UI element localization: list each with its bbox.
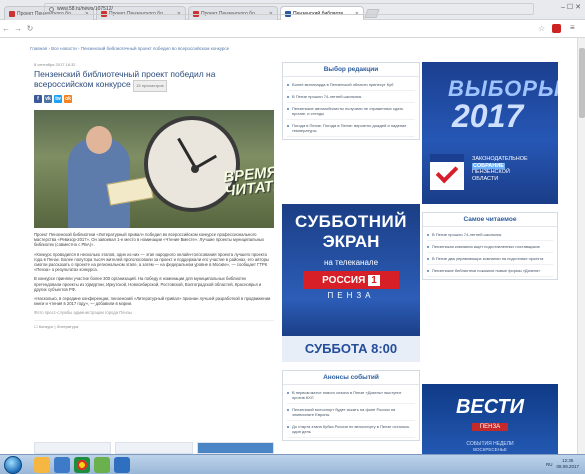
elections-year: 2017: [452, 98, 524, 134]
most-read-box: Самое читаемое В Пензе прошли 74-летней …: [422, 212, 558, 280]
elections-line: ЗАКОНОДАТЕЛЬНОЕ: [472, 156, 528, 162]
article-title-text: Пензенский библиотечный проект победил н…: [34, 69, 216, 89]
footer-block-highlight[interactable]: [196, 442, 274, 454]
tab-favicon-icon: [9, 10, 15, 17]
list-item[interactable]: Пензенские автомобилисты получили не отр…: [287, 103, 415, 120]
banner-time: СУББОТА 8:00: [282, 336, 420, 362]
photo-person-head: [86, 126, 112, 154]
clock-center: [191, 165, 199, 173]
article-photo: ВРЕМЯ ЧИТАТЬ: [34, 110, 274, 228]
list-item[interactable]: В Пензе прошли 74-летней школьник: [287, 91, 415, 103]
elections-banner[interactable]: ВЫБОРЫ 2017 ЗАКОНОДАТЕЛЬНОЕ СОБРАНИЕ ПЕН…: [422, 62, 558, 204]
reload-icon[interactable]: ↻: [24, 24, 36, 33]
article-date: 8 сентября 2017 16:32: [34, 62, 76, 67]
chrome-icon[interactable]: [74, 457, 90, 473]
article: 8 сентября 2017 16:32 Пензенский библиот…: [34, 62, 274, 329]
list-item[interactable]: До старта этапа Кубка России по велоспор…: [287, 421, 415, 438]
events-box: Анонсы событий В первом матче нового сез…: [282, 370, 420, 441]
elections-text: ЗАКОНОДАТЕЛЬНОЕ СОБРАНИЕ ПЕНЗЕНСКОЙ ОБЛА…: [472, 156, 528, 182]
editors-choice-list: Более миллиарда в Пензенской области при…: [283, 77, 419, 139]
scrollbar-thumb[interactable]: [579, 48, 585, 118]
channel-logo: РОССИЯ 1: [303, 271, 399, 289]
browser-toolbar: ← → ↻: [0, 20, 585, 38]
banner-city: ПЕНЗА: [327, 291, 375, 300]
vesti-logo: ВЕСТИ: [455, 396, 525, 418]
start-button-icon[interactable]: [4, 456, 22, 474]
list-item[interactable]: Пензенский мотоспорт будет искать на фон…: [287, 404, 415, 421]
share-buttons: f vk tw ok: [34, 95, 274, 103]
footer-block: [115, 442, 193, 454]
page-scrollbar[interactable]: [577, 38, 585, 454]
tray-clock[interactable]: 12:35 08.09.2017: [556, 458, 579, 470]
os-taskbar: RU 12:35 08.09.2017: [0, 454, 585, 474]
app-icon[interactable]: [94, 457, 110, 473]
article-tags[interactable]: ☐ Конкурс | Литература: [34, 319, 274, 329]
article-footer-bar: [34, 442, 274, 454]
most-read-title: Самое читаемое: [423, 213, 557, 227]
breadcrumb[interactable]: Главная › Все новости › Пензенский библи…: [30, 46, 229, 51]
channel-number: 1: [368, 274, 380, 286]
events-title: Анонсы событий: [283, 371, 419, 385]
banner-line-1: СУББОТНИЙ: [295, 212, 407, 231]
views-counter: 15 просмотров: [133, 80, 167, 92]
most-read-list: В Пензе прошли 74-летней школьник Пензен…: [423, 227, 557, 279]
article-paragraph: Проект Пензенской библиотеки «Литературн…: [34, 232, 265, 248]
list-item[interactable]: Пензенские библиотеки показали новые фор…: [427, 265, 553, 277]
middle-column: Выбор редакции Более миллиарда в Пензенс…: [282, 62, 420, 441]
forward-arrow-icon[interactable]: →: [12, 24, 24, 33]
list-item[interactable]: В Пензе два управляющих компании на подг…: [427, 253, 553, 265]
article-title: Пензенский библиотечный проект победил н…: [34, 69, 274, 92]
address-bar[interactable]: www.58.ru/news/107512/: [44, 3, 534, 15]
article-paragraph: В конкурсе приняли участие более 300 орг…: [34, 276, 262, 292]
elections-line-highlight: СОБРАНИЕ: [472, 162, 505, 169]
twitter-share-icon[interactable]: tw: [54, 95, 62, 103]
system-tray: RU 12:35 08.09.2017: [546, 458, 579, 470]
list-item[interactable]: В Пензе прошли 74-летней школьник: [427, 229, 553, 241]
photo-credit: Фото пресс-службы администрации города П…: [34, 310, 132, 316]
explorer-icon[interactable]: [34, 457, 50, 473]
web-page: Главная › Все новости › Пензенский библи…: [0, 38, 585, 474]
menu-icon[interactable]: ≡: [570, 23, 575, 32]
extension-icon[interactable]: [552, 24, 561, 33]
elections-line: ОБЛАСТИ: [472, 175, 499, 182]
article-paragraph: «Насколько, в середине конференции, пенз…: [34, 296, 271, 307]
language-indicator[interactable]: RU: [546, 462, 553, 467]
banner-line-2: ЭКРАН: [322, 232, 380, 251]
vk-share-icon[interactable]: vk: [44, 95, 52, 103]
list-item[interactable]: Пензенская компания ищет подготовленных …: [427, 241, 553, 253]
info-icon[interactable]: [49, 6, 54, 12]
list-item[interactable]: Погода в Пензе: Погода в Пензе: вероятно…: [287, 120, 415, 137]
channel-name: РОССИЯ: [322, 274, 366, 286]
bookmark-star-icon[interactable]: ☆: [538, 24, 545, 33]
facebook-share-icon[interactable]: f: [34, 95, 42, 103]
ballot-checkmark-icon: [430, 154, 464, 190]
editors-choice-box: Выбор редакции Более миллиарда в Пензенс…: [282, 62, 420, 140]
word-icon[interactable]: [114, 457, 130, 473]
list-item[interactable]: Более миллиарда в Пензенской области при…: [287, 79, 415, 91]
list-item[interactable]: В первом матче нового сезона в Пензе «Ди…: [287, 387, 415, 404]
media-player-icon[interactable]: [54, 457, 70, 473]
url-text: www.58.ru/news/107512/: [57, 6, 113, 12]
article-paragraph: «Конкурс проводился в несколько этапов, …: [34, 251, 269, 273]
banner-line-3: на телеканале: [323, 258, 379, 267]
article-body: Проект Пензенской библиотеки «Литературн…: [34, 232, 274, 329]
vesti-line-2: ВОСКРЕСЕНЬЕ: [473, 447, 507, 452]
editors-choice-title: Выбор редакции: [283, 63, 419, 77]
photo-slogan: ВРЕМЯ ЧИТАТЬ: [222, 163, 274, 201]
saturday-screen-banner[interactable]: СУББОТНИЙ ЭКРАН на телеканале РОССИЯ 1 П…: [282, 204, 420, 362]
tray-date: 08.09.2017: [556, 464, 579, 469]
right-column: ВЫБОРЫ 2017 ЗАКОНОДАТЕЛЬНОЕ СОБРАНИЕ ПЕН…: [422, 62, 558, 474]
ok-share-icon[interactable]: ok: [64, 95, 72, 103]
window-controls[interactable]: – ☐ ✕: [561, 3, 581, 11]
footer-block: [34, 442, 112, 454]
vesti-city: ПЕНЗА: [471, 423, 509, 431]
back-arrow-icon[interactable]: ←: [0, 24, 12, 33]
events-list: В первом матче нового сезона в Пензе «Ди…: [283, 385, 419, 440]
